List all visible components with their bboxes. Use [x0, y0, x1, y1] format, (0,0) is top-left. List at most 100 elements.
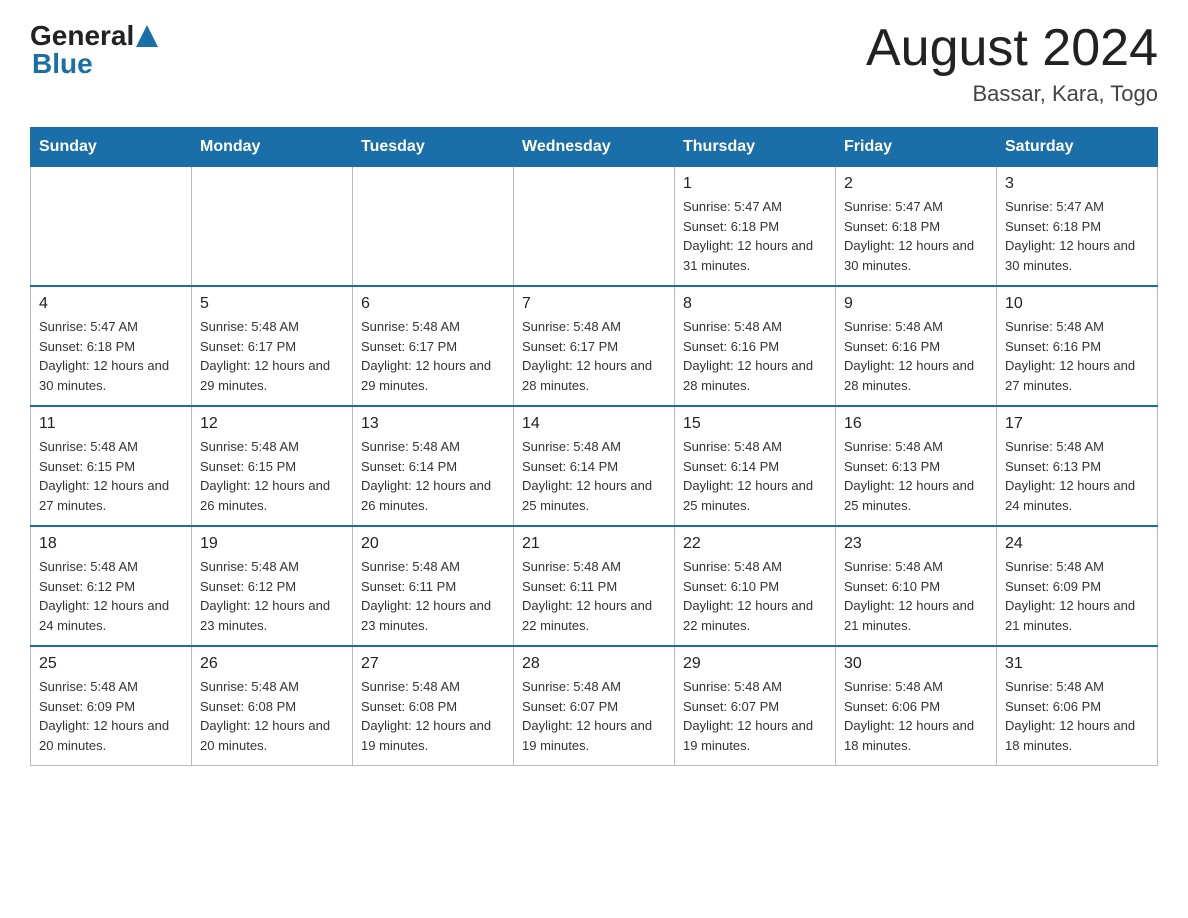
calendar-header-friday: Friday [836, 128, 997, 167]
day-number: 13 [361, 415, 505, 433]
calendar-cell: 15 Sunrise: 5:48 AM Sunset: 6:14 PM Dayli… [675, 406, 836, 526]
day-info: Sunrise: 5:48 AM Sunset: 6:11 PM Dayligh… [522, 557, 666, 635]
calendar-cell: 14 Sunrise: 5:48 AM Sunset: 6:14 PM Dayli… [514, 406, 675, 526]
calendar-cell: 8 Sunrise: 5:48 AM Sunset: 6:16 PM Daylig… [675, 286, 836, 406]
calendar-cell: 23 Sunrise: 5:48 AM Sunset: 6:10 PM Dayli… [836, 526, 997, 646]
calendar-cell: 30 Sunrise: 5:48 AM Sunset: 6:06 PM Dayli… [836, 646, 997, 766]
day-number: 10 [1005, 295, 1149, 313]
day-info: Sunrise: 5:48 AM Sunset: 6:07 PM Dayligh… [522, 677, 666, 755]
calendar-cell: 22Sunrise: 5:48 AM Sunset: 6:10 PM Dayli… [675, 526, 836, 646]
day-info: Sunrise: 5:48 AM Sunset: 6:13 PM Dayligh… [1005, 437, 1149, 515]
day-number: 9 [844, 295, 988, 313]
day-info: Sunrise: 5:48 AM Sunset: 6:08 PM Dayligh… [200, 677, 344, 755]
day-number: 24 [1005, 535, 1149, 553]
calendar-cell: 18 Sunrise: 5:48 AM Sunset: 6:12 PM Dayli… [31, 526, 192, 646]
day-number: 2 [844, 175, 988, 193]
calendar-cell: 7Sunrise: 5:48 AM Sunset: 6:17 PM Daylig… [514, 286, 675, 406]
day-info: Sunrise: 5:48 AM Sunset: 6:13 PM Dayligh… [844, 437, 988, 515]
day-number: 25 [39, 655, 183, 673]
calendar-week-row: 25 Sunrise: 5:48 AM Sunset: 6:09 PM Dayli… [31, 646, 1158, 766]
calendar-cell: 31Sunrise: 5:48 AM Sunset: 6:06 PM Dayli… [997, 646, 1158, 766]
day-number: 4 [39, 295, 183, 313]
calendar-header-monday: Monday [192, 128, 353, 167]
calendar-cell: 28 Sunrise: 5:48 AM Sunset: 6:07 PM Dayli… [514, 646, 675, 766]
day-info: Sunrise: 5:48 AM Sunset: 6:08 PM Dayligh… [361, 677, 505, 755]
calendar-cell [31, 167, 192, 287]
day-info: Sunrise: 5:48 AM Sunset: 6:06 PM Dayligh… [844, 677, 988, 755]
day-number: 17 [1005, 415, 1149, 433]
calendar-cell: 21 Sunrise: 5:48 AM Sunset: 6:11 PM Dayli… [514, 526, 675, 646]
day-info: Sunrise: 5:48 AM Sunset: 6:09 PM Dayligh… [39, 677, 183, 755]
calendar-header-sunday: Sunday [31, 128, 192, 167]
day-number: 26 [200, 655, 344, 673]
day-info: Sunrise: 5:48 AM Sunset: 6:16 PM Dayligh… [683, 317, 827, 395]
day-number: 21 [522, 535, 666, 553]
day-info: Sunrise: 5:48 AM Sunset: 6:12 PM Dayligh… [200, 557, 344, 635]
day-info: Sunrise: 5:48 AM Sunset: 6:11 PM Dayligh… [361, 557, 505, 635]
calendar-cell: 20 Sunrise: 5:48 AM Sunset: 6:11 PM Dayli… [353, 526, 514, 646]
calendar-cell: 16 Sunrise: 5:48 AM Sunset: 6:13 PM Dayli… [836, 406, 997, 526]
day-number: 22 [683, 535, 827, 553]
day-info: Sunrise: 5:48 AM Sunset: 6:17 PM Dayligh… [522, 317, 666, 395]
day-info: Sunrise: 5:47 AM Sunset: 6:18 PM Dayligh… [1005, 197, 1149, 275]
calendar-header-wednesday: Wednesday [514, 128, 675, 167]
day-number: 15 [683, 415, 827, 433]
calendar-cell: 11Sunrise: 5:48 AM Sunset: 6:15 PM Dayli… [31, 406, 192, 526]
day-info: Sunrise: 5:48 AM Sunset: 6:12 PM Dayligh… [39, 557, 183, 635]
day-info: Sunrise: 5:48 AM Sunset: 6:10 PM Dayligh… [844, 557, 988, 635]
calendar-cell: 27 Sunrise: 5:48 AM Sunset: 6:08 PM Dayli… [353, 646, 514, 766]
calendar-cell [353, 167, 514, 287]
logo-blue-text: Blue [32, 48, 158, 80]
day-info: Sunrise: 5:48 AM Sunset: 6:17 PM Dayligh… [200, 317, 344, 395]
calendar-cell: 3 Sunrise: 5:47 AM Sunset: 6:18 PM Daylig… [997, 167, 1158, 287]
day-info: Sunrise: 5:48 AM Sunset: 6:14 PM Dayligh… [522, 437, 666, 515]
calendar-cell: 2Sunrise: 5:47 AM Sunset: 6:18 PM Daylig… [836, 167, 997, 287]
day-number: 8 [683, 295, 827, 313]
calendar-cell [514, 167, 675, 287]
day-info: Sunrise: 5:48 AM Sunset: 6:14 PM Dayligh… [683, 437, 827, 515]
calendar-cell: 19 Sunrise: 5:48 AM Sunset: 6:12 PM Dayli… [192, 526, 353, 646]
day-info: Sunrise: 5:48 AM Sunset: 6:09 PM Dayligh… [1005, 557, 1149, 635]
calendar-cell: 6 Sunrise: 5:48 AM Sunset: 6:17 PM Daylig… [353, 286, 514, 406]
calendar-header-row: SundayMondayTuesdayWednesdayThursdayFrid… [31, 128, 1158, 167]
calendar-header-thursday: Thursday [675, 128, 836, 167]
calendar-cell [192, 167, 353, 287]
day-info: Sunrise: 5:48 AM Sunset: 6:06 PM Dayligh… [1005, 677, 1149, 755]
day-info: Sunrise: 5:48 AM Sunset: 6:14 PM Dayligh… [361, 437, 505, 515]
page-title: August 2024 [866, 20, 1158, 77]
page-header: General Blue August 2024 Bassar, Kara, T… [30, 20, 1158, 107]
calendar-cell: 17 Sunrise: 5:48 AM Sunset: 6:13 PM Dayli… [997, 406, 1158, 526]
day-number: 6 [361, 295, 505, 313]
calendar-cell: 12Sunrise: 5:48 AM Sunset: 6:15 PM Dayli… [192, 406, 353, 526]
day-number: 29 [683, 655, 827, 673]
day-number: 19 [200, 535, 344, 553]
day-info: Sunrise: 5:48 AM Sunset: 6:16 PM Dayligh… [1005, 317, 1149, 395]
calendar-week-row: 4Sunrise: 5:47 AM Sunset: 6:18 PM Daylig… [31, 286, 1158, 406]
calendar-week-row: 18 Sunrise: 5:48 AM Sunset: 6:12 PM Dayli… [31, 526, 1158, 646]
title-block: August 2024 Bassar, Kara, Togo [866, 20, 1158, 107]
calendar-header-saturday: Saturday [997, 128, 1158, 167]
day-number: 18 [39, 535, 183, 553]
calendar-header-tuesday: Tuesday [353, 128, 514, 167]
calendar-cell: 1Sunrise: 5:47 AM Sunset: 6:18 PM Daylig… [675, 167, 836, 287]
calendar-cell: 4Sunrise: 5:47 AM Sunset: 6:18 PM Daylig… [31, 286, 192, 406]
day-info: Sunrise: 5:48 AM Sunset: 6:17 PM Dayligh… [361, 317, 505, 395]
page-subtitle: Bassar, Kara, Togo [866, 81, 1158, 107]
day-number: 28 [522, 655, 666, 673]
day-number: 16 [844, 415, 988, 433]
day-number: 27 [361, 655, 505, 673]
day-number: 14 [522, 415, 666, 433]
day-number: 20 [361, 535, 505, 553]
logo-triangle-icon [136, 25, 158, 47]
day-number: 30 [844, 655, 988, 673]
calendar-cell: 5Sunrise: 5:48 AM Sunset: 6:17 PM Daylig… [192, 286, 353, 406]
day-number: 12 [200, 415, 344, 433]
calendar-cell: 13 Sunrise: 5:48 AM Sunset: 6:14 PM Dayli… [353, 406, 514, 526]
day-number: 11 [39, 415, 183, 433]
calendar-table: SundayMondayTuesdayWednesdayThursdayFrid… [30, 127, 1158, 766]
calendar-cell: 29Sunrise: 5:48 AM Sunset: 6:07 PM Dayli… [675, 646, 836, 766]
day-number: 23 [844, 535, 988, 553]
day-info: Sunrise: 5:47 AM Sunset: 6:18 PM Dayligh… [683, 197, 827, 275]
calendar-cell: 24 Sunrise: 5:48 AM Sunset: 6:09 PM Dayli… [997, 526, 1158, 646]
day-number: 3 [1005, 175, 1149, 193]
